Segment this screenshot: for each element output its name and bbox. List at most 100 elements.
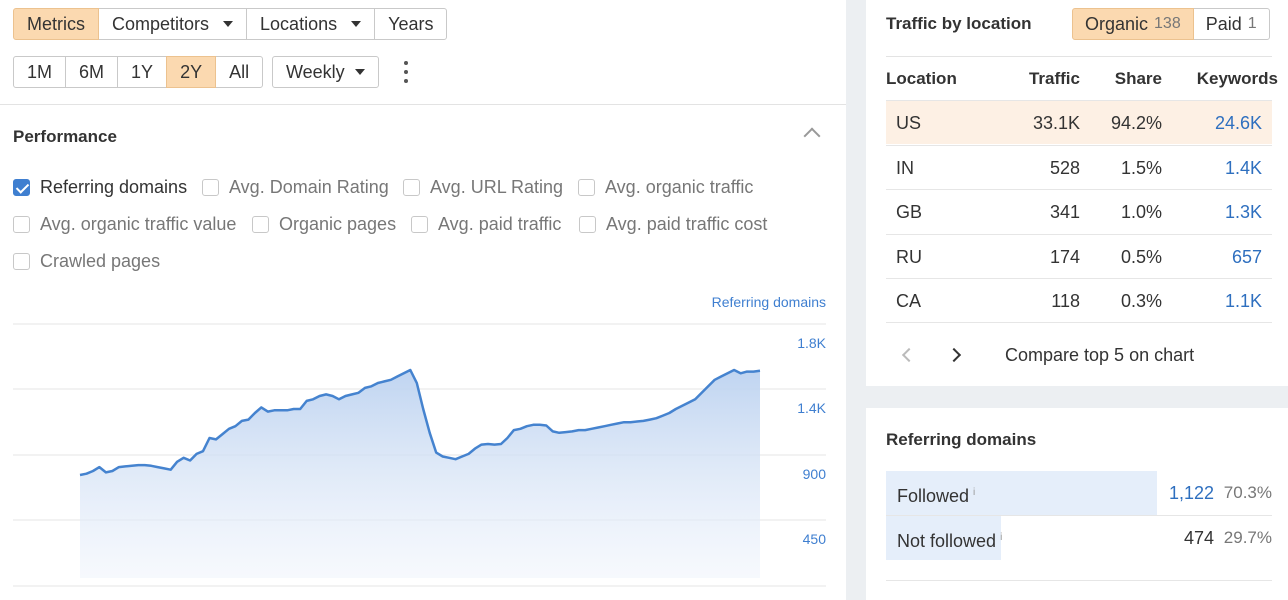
row-label: Not followed i xyxy=(897,516,1002,563)
section-title: Performance xyxy=(13,127,117,146)
metric-crawled-pages[interactable]: Crawled pages xyxy=(13,251,160,272)
metric-label: Avg. organic traffic value xyxy=(40,214,237,234)
cell-keywords-link[interactable]: 657 xyxy=(1232,235,1262,279)
table-row[interactable]: CA 118 0.3% 1.1K xyxy=(886,278,1272,322)
divider xyxy=(0,104,846,105)
checkbox-icon xyxy=(579,216,596,233)
cell-share: 1.5% xyxy=(1120,158,1162,178)
toggle-paid[interactable]: Paid 1 xyxy=(1192,8,1270,40)
row-label-text: Followed xyxy=(897,486,970,506)
header-traffic[interactable]: Traffic xyxy=(1029,57,1080,101)
compare-top5-link[interactable]: Compare top 5 on chart xyxy=(1005,345,1194,366)
checkbox-icon xyxy=(411,216,428,233)
cell-location: RU xyxy=(896,247,922,267)
not-followed-percent: 29.7% xyxy=(1223,528,1272,547)
range-1m[interactable]: 1M xyxy=(13,56,67,88)
range-label: 1Y xyxy=(131,61,154,82)
cell-share: 1.0% xyxy=(1120,202,1162,222)
metric-organic-pages[interactable]: Organic pages xyxy=(252,214,396,235)
tab-competitors[interactable]: Competitors xyxy=(98,8,248,40)
range-6m[interactable]: 6M xyxy=(65,56,119,88)
range-label: 6M xyxy=(79,61,105,82)
metrics-panel: Metrics Competitors Locations Years 1M 6… xyxy=(0,0,846,600)
card-title: Referring domains xyxy=(886,430,1037,449)
y-tick-label: 900 xyxy=(803,466,827,482)
metric-avg-paid-traffic-cost[interactable]: Avg. paid traffic cost xyxy=(579,214,767,235)
metric-label: Avg. paid traffic xyxy=(438,214,562,234)
metric-avg-paid-traffic[interactable]: Avg. paid traffic xyxy=(411,214,561,235)
kebab-icon[interactable] xyxy=(400,61,412,83)
metric-label: Organic pages xyxy=(279,214,397,234)
cell-share: 94.2% xyxy=(1110,113,1162,133)
interval-dropdown[interactable]: Weekly xyxy=(272,56,379,88)
cell-location: CA xyxy=(896,291,922,311)
followed-percent: 70.3% xyxy=(1223,483,1272,502)
checkbox-icon xyxy=(13,253,30,270)
cell-keywords-link[interactable]: 1.3K xyxy=(1225,190,1262,234)
cell-traffic: 33.1K xyxy=(1032,113,1080,133)
metric-referring-domains[interactable]: Referring domains xyxy=(13,177,187,198)
chevron-up-icon[interactable] xyxy=(803,127,821,145)
metric-label: Avg. organic traffic xyxy=(605,177,754,197)
table-row[interactable]: GB 341 1.0% 1.3K xyxy=(886,189,1272,233)
checkbox-icon xyxy=(202,179,219,196)
followed-count-link[interactable]: 1,122 xyxy=(1169,471,1214,515)
info-icon[interactable]: i xyxy=(973,487,975,498)
range-1y[interactable]: 1Y xyxy=(117,56,168,88)
cell-location: US xyxy=(896,113,922,133)
table-row[interactable]: IN 528 1.5% 1.4K xyxy=(886,145,1272,189)
chevron-right-icon[interactable] xyxy=(946,347,962,363)
toggle-count: 138 xyxy=(1154,15,1181,32)
not-followed-row: Not followed i 474 29.7% xyxy=(886,516,1272,560)
caret-down-icon xyxy=(354,69,365,75)
tab-years[interactable]: Years xyxy=(374,8,448,40)
row-label-text: Not followed xyxy=(897,531,997,551)
header-location[interactable]: Location xyxy=(886,57,957,101)
checkbox-icon xyxy=(578,179,595,196)
tab-metrics[interactable]: Metrics xyxy=(13,8,99,40)
range-label: 1M xyxy=(27,61,53,82)
divider xyxy=(886,580,1272,581)
cell-location: IN xyxy=(896,158,914,178)
tab-label: Locations xyxy=(260,13,338,34)
metric-avg-url-rating[interactable]: Avg. URL Rating xyxy=(403,177,563,198)
metric-label: Avg. paid traffic cost xyxy=(606,214,768,234)
chart-legend[interactable]: Referring domains xyxy=(700,294,826,310)
not-followed-count: 474 xyxy=(1183,528,1214,548)
info-icon[interactable]: i xyxy=(1000,532,1002,543)
range-all[interactable]: All xyxy=(215,56,264,88)
toggle-label: Organic xyxy=(1085,13,1149,34)
divider xyxy=(886,322,1272,323)
cell-keywords-link[interactable]: 1.4K xyxy=(1225,146,1262,190)
y-tick-label: 1.8K xyxy=(797,335,826,351)
range-2y[interactable]: 2Y xyxy=(166,56,217,88)
table-row[interactable]: US 33.1K 94.2% 24.6K xyxy=(886,100,1272,144)
toggle-organic[interactable]: Organic 138 xyxy=(1072,8,1194,40)
chevron-left-icon[interactable] xyxy=(901,347,917,363)
toggle-label: Paid xyxy=(1205,13,1242,34)
checkbox-icon xyxy=(13,179,30,196)
card-title: Traffic by location xyxy=(886,14,1032,33)
cell-keywords-link[interactable]: 1.1K xyxy=(1225,279,1262,323)
header-share[interactable]: Share xyxy=(1115,57,1162,101)
table-row[interactable]: RU 174 0.5% 657 xyxy=(886,234,1272,278)
metric-label: Avg. Domain Rating xyxy=(229,177,389,197)
referring-domains-chart[interactable]: 1.8K 1.4K 900 450 xyxy=(0,316,846,600)
panel-gutter xyxy=(846,0,866,600)
cell-keywords-link[interactable]: 24.6K xyxy=(1215,101,1262,145)
metric-label: Referring domains xyxy=(40,177,188,197)
header-keywords[interactable]: Keywords xyxy=(1197,57,1278,101)
metric-avg-organic-traffic[interactable]: Avg. organic traffic xyxy=(578,177,753,198)
metric-avg-organic-traffic-value[interactable]: Avg. organic traffic value xyxy=(13,214,236,235)
y-tick-label: 450 xyxy=(803,531,827,547)
cell-traffic: 118 xyxy=(1051,291,1080,311)
cell-share: 0.5% xyxy=(1120,247,1162,267)
checkbox-icon xyxy=(252,216,269,233)
tab-locations[interactable]: Locations xyxy=(246,8,376,40)
toggle-count: 1 xyxy=(1247,15,1257,32)
tab-label: Metrics xyxy=(27,13,85,34)
cell-location: GB xyxy=(896,202,923,222)
metric-avg-domain-rating[interactable]: Avg. Domain Rating xyxy=(202,177,389,198)
interval-label: Weekly xyxy=(286,61,345,82)
range-label: 2Y xyxy=(180,61,203,82)
